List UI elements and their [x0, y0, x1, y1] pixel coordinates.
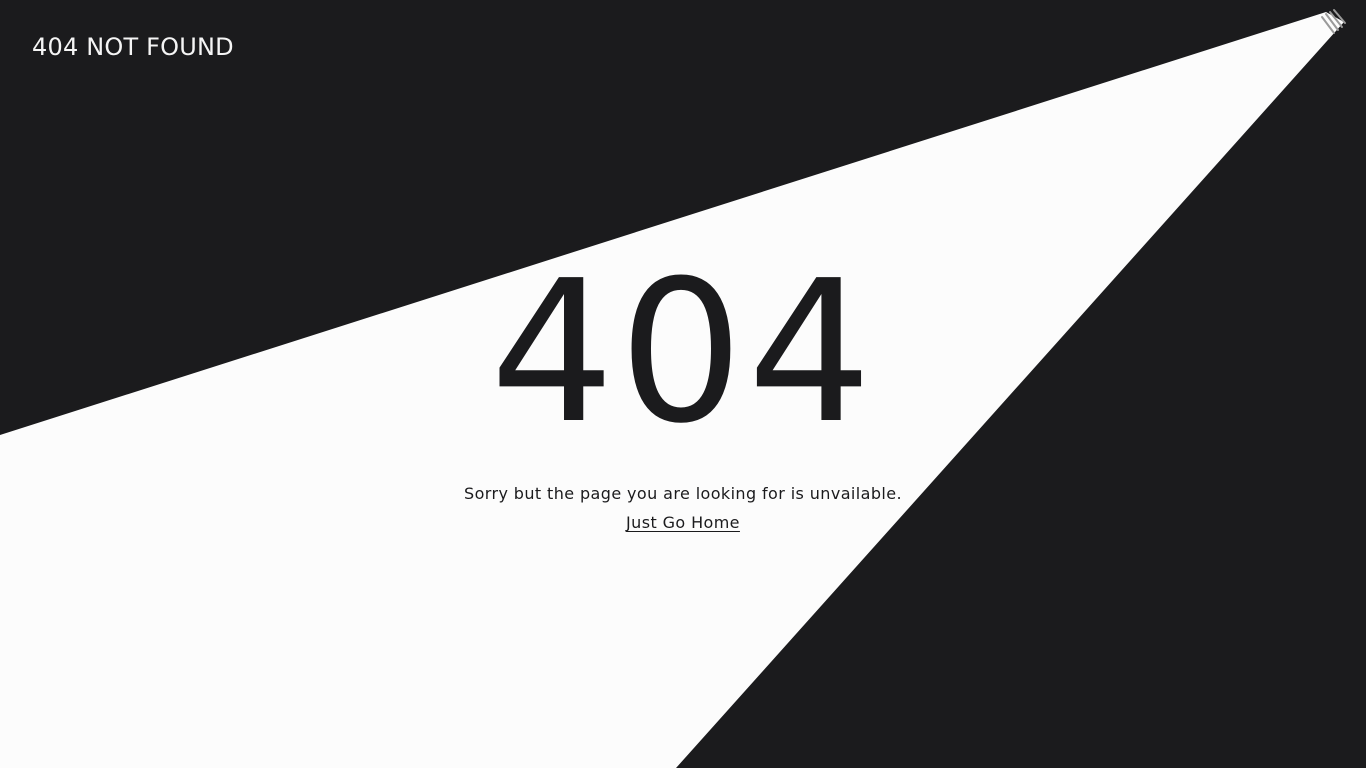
error-content: 404 Sorry but the page you are looking f… [383, 248, 983, 534]
error-code: 404 [489, 239, 877, 467]
error-message: Sorry but the page you are looking for i… [464, 484, 902, 503]
site-title: 404 NOT FOUND [32, 33, 234, 61]
home-link[interactable]: Just Go Home [626, 512, 740, 534]
